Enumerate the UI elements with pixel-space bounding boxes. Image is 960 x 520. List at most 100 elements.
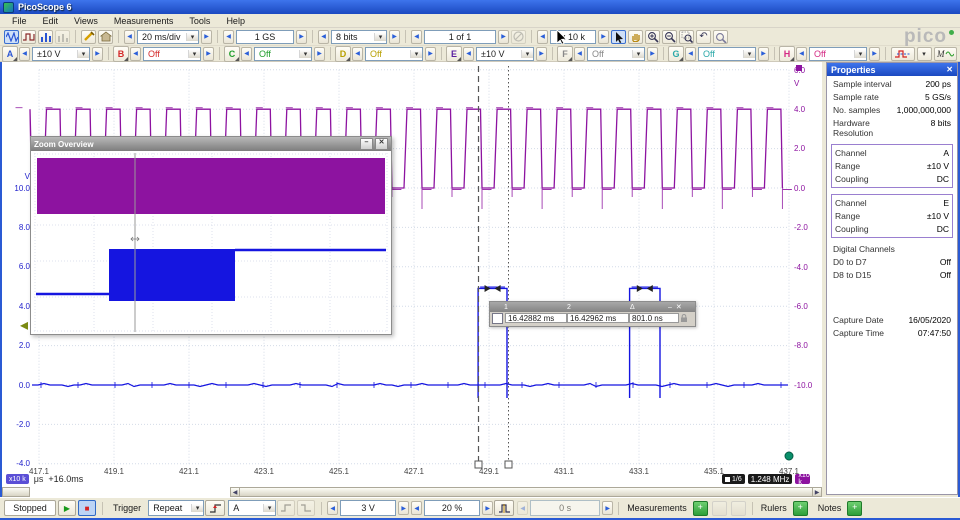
persistence-view-icon[interactable] [21,30,36,44]
channel-h-range-select[interactable]: Off▾ [809,47,867,61]
trigger-mode-select[interactable]: Repeat▾ [148,500,204,516]
trigger-advanced-icon[interactable] [205,500,225,516]
ruler-legend[interactable]: 1 2 Δ – ✕ 16.42882 ms 16.42962 ms 801.0 … [489,301,696,327]
segment-field[interactable]: 1 of 1 [424,30,496,44]
notes-button[interactable]: + [847,501,862,516]
channel-b-range-increase[interactable]: ▶ [203,47,214,61]
digital-channels-icon[interactable] [891,47,915,61]
chevron-down-icon[interactable]: ▾ [521,50,533,58]
channel-c-range-increase[interactable]: ▶ [314,47,325,61]
pan-hand-icon[interactable] [628,30,643,44]
channel-e-range-decrease[interactable]: ◀ [463,47,474,61]
digital-channels-caret-icon[interactable]: ▾ [917,47,932,61]
time-zoom-badge[interactable]: x10 k [6,474,29,484]
home-settings-icon[interactable] [98,30,113,44]
scroll-right-icon[interactable]: ▶ [812,487,822,497]
channel-c-range-decrease[interactable]: ◀ [241,47,252,61]
probe-setup-icon[interactable] [81,30,96,44]
zoom-overview-titlebar[interactable]: Zoom Overview – ✕ [31,137,391,151]
resolution-increase-button[interactable]: ▶ [389,30,400,44]
scope-view-icon[interactable] [4,30,19,44]
stop-capture-icon[interactable]: ■ [78,500,96,516]
chevron-down-icon[interactable]: ▾ [743,50,755,58]
xy-view-icon[interactable] [55,30,70,44]
ruler-drag-handle-icon[interactable] [495,285,501,292]
pointer-tool-icon[interactable] [611,30,626,44]
window-zoom-icon[interactable] [679,30,694,44]
channel-a-range-increase[interactable]: ▶ [92,47,103,61]
chevron-down-icon[interactable]: ▾ [191,504,203,512]
pretrigger-field[interactable]: 20 % [424,500,480,516]
chevron-down-icon[interactable]: ▾ [410,50,422,58]
add-measurement-button[interactable]: + [693,501,708,516]
horizontal-scrollbar[interactable]: ◀ ▶ [230,487,822,497]
zoom-factor-decrease-button[interactable]: ◀ [537,30,548,44]
channel-a-button[interactable]: A [2,46,18,62]
channel-h-button[interactable]: H [779,46,795,62]
zoom-in-icon[interactable] [645,30,660,44]
chevron-down-icon[interactable]: ▾ [854,50,866,58]
channel-e-range-select[interactable]: ±10 V▾ [476,47,534,61]
samples-increase-button[interactable]: ▶ [296,30,307,44]
trigger-level-decrease-button[interactable]: ◀ [327,501,338,515]
run-state-button[interactable]: Stopped [4,500,56,516]
zoom-overview-tool-icon[interactable] [713,30,728,44]
menu-edit[interactable]: Edit [35,15,67,27]
rulers-button[interactable]: + [793,501,808,516]
channel-g-range-increase[interactable]: ▶ [758,47,769,61]
pretrigger-increase-button[interactable]: ▶ [482,501,493,515]
chevron-down-icon[interactable]: ▾ [263,504,275,512]
axis-zoom-badge[interactable]: x10 k [795,474,810,484]
start-capture-icon[interactable]: ▶ [58,500,76,516]
math-channels-icon[interactable]: M [934,47,958,61]
timebase-next-button[interactable]: ▶ [201,30,212,44]
segment-next-button[interactable]: ▶ [498,30,509,44]
zoom-factor-increase-button[interactable]: ▶ [598,30,609,44]
chevron-down-icon[interactable]: ▾ [188,50,200,58]
channel-d-range-increase[interactable]: ▶ [425,47,436,61]
channel-d-range-select[interactable]: Off▾ [365,47,423,61]
samples-decrease-button[interactable]: ◀ [223,30,234,44]
channel-a-range-select[interactable]: ±10 V▾ [32,47,90,61]
pretrigger-decrease-button[interactable]: ◀ [411,501,422,515]
scrollbar-thumb[interactable] [239,487,813,497]
close-icon[interactable]: ✕ [676,303,682,311]
segment-prev-button[interactable]: ◀ [411,30,422,44]
channel-e-button[interactable]: E [446,46,462,62]
channel-b-range-decrease[interactable]: ◀ [130,47,141,61]
channel-d-range-decrease[interactable]: ◀ [352,47,363,61]
menu-file[interactable]: File [4,15,35,27]
channel-c-range-select[interactable]: Off▾ [254,47,312,61]
close-icon[interactable]: ✕ [946,65,953,74]
chevron-down-icon[interactable]: ▾ [77,50,89,58]
channel-f-button[interactable]: F [557,46,573,62]
timebase-select[interactable]: 20 ms/div▾ [137,30,199,44]
timebase-prev-button[interactable]: ◀ [124,30,135,44]
properties-titlebar[interactable]: Properties ✕ [827,63,957,76]
chevron-down-icon[interactable]: ▾ [374,33,386,41]
undo-zoom-icon[interactable]: ↶ [696,30,711,44]
trigger-level-field[interactable]: 3 V [340,500,396,516]
ruler-drag-handle-icon[interactable] [637,285,643,292]
delay-increase-button[interactable]: ▶ [602,501,613,515]
resolution-decrease-button[interactable]: ◀ [318,30,329,44]
ruler-drag-handle-icon[interactable] [647,285,653,292]
chevron-down-icon[interactable]: ▾ [632,50,644,58]
channel-a-range-decrease[interactable]: ◀ [19,47,30,61]
channel-b-button[interactable]: B [113,46,129,62]
menu-measurements[interactable]: Measurements [106,15,182,27]
trigger-level-marker[interactable] [20,322,28,330]
channel-c-button[interactable]: C [224,46,240,62]
chevron-down-icon[interactable]: ▾ [299,50,311,58]
channel-f-range-select[interactable]: Off▾ [587,47,645,61]
channel-g-range-decrease[interactable]: ◀ [685,47,696,61]
minimize-icon[interactable]: – [360,138,373,150]
ruler-drag-handle-icon[interactable] [485,285,491,292]
channel-g-button[interactable]: G [668,46,684,62]
channel-b-range-select[interactable]: Off▾ [143,47,201,61]
channel-d-button[interactable]: D [335,46,351,62]
minimize-icon[interactable]: – [668,304,672,311]
chevron-down-icon[interactable]: ▾ [186,33,198,41]
time-axis-offset[interactable]: +16.0ms [48,474,83,484]
menu-views[interactable]: Views [66,15,106,27]
